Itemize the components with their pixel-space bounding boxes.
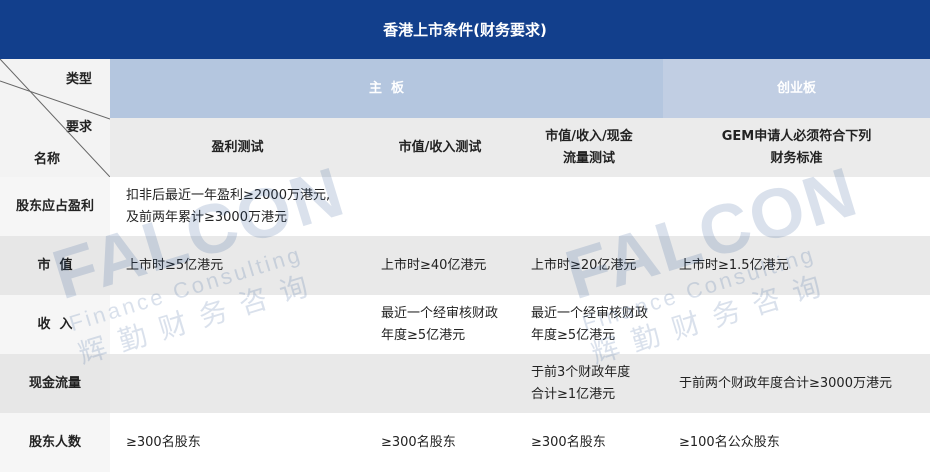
row-label-market-cap: 市 值 — [0, 236, 110, 295]
table-cell: ≥300名股东 — [110, 413, 365, 472]
test-header-profit: 盈利测试 — [110, 118, 365, 177]
table-cell — [365, 354, 515, 413]
table-cell: 于前两个财政年度合计≥3000万港元 — [663, 354, 930, 413]
table-cell: 上市时≥40亿港元 — [365, 236, 515, 295]
corner-name-label: 名称 — [34, 152, 61, 167]
table-cell: 上市时≥20亿港元 — [515, 236, 663, 295]
table-cell: 最近一个经审核财政 年度≥5亿港元 — [365, 295, 515, 354]
table-cell — [110, 295, 365, 354]
row-label-shareholders: 股东人数 — [0, 413, 110, 472]
table-cell — [515, 177, 663, 236]
test-header-market-cap-revenue-cashflow: 市值/收入/现金 流量测试 — [515, 118, 663, 177]
test-header-gem: GEM申请人必须符合下列 财务标准 — [663, 118, 930, 177]
table-cell — [365, 177, 515, 236]
table-cell: ≥300名股东 — [515, 413, 663, 472]
gem-board-header: 创业板 — [663, 59, 930, 118]
table-cell — [663, 295, 930, 354]
main-board-header: 主 板 — [110, 59, 663, 118]
corner-header: 类型 要求 名称 — [0, 59, 110, 177]
table-cell — [110, 354, 365, 413]
table-cell — [663, 177, 930, 236]
table-cell: 最近一个经审核财政 年度≥5亿港元 — [515, 295, 663, 354]
table-cell: 于前3个财政年度 合计≥1亿港元 — [515, 354, 663, 413]
table-cell: ≥300名股东 — [365, 413, 515, 472]
listing-requirements-table: 香港上市条件(财务要求) 类型 要求 名称 主 板 创业板 盈利测试 市值/收入… — [0, 0, 930, 472]
table-title: 香港上市条件(财务要求) — [0, 0, 930, 59]
test-header-market-cap-revenue: 市值/收入测试 — [365, 118, 515, 177]
table-cell: ≥100名公众股东 — [663, 413, 930, 472]
corner-requirement-label: 要求 — [66, 120, 93, 135]
row-label-revenue: 收 入 — [0, 295, 110, 354]
table-cell: 上市时≥5亿港元 — [110, 236, 365, 295]
table-cell: 扣非后最近一年盈利≥2000万港元, 及前两年累计≥3000万港元 — [110, 177, 365, 236]
row-label-cash-flow: 现金流量 — [0, 354, 110, 413]
row-label-profit: 股东应占盈利 — [0, 177, 110, 236]
corner-type-label: 类型 — [66, 72, 93, 87]
table-cell: 上市时≥1.5亿港元 — [663, 236, 930, 295]
